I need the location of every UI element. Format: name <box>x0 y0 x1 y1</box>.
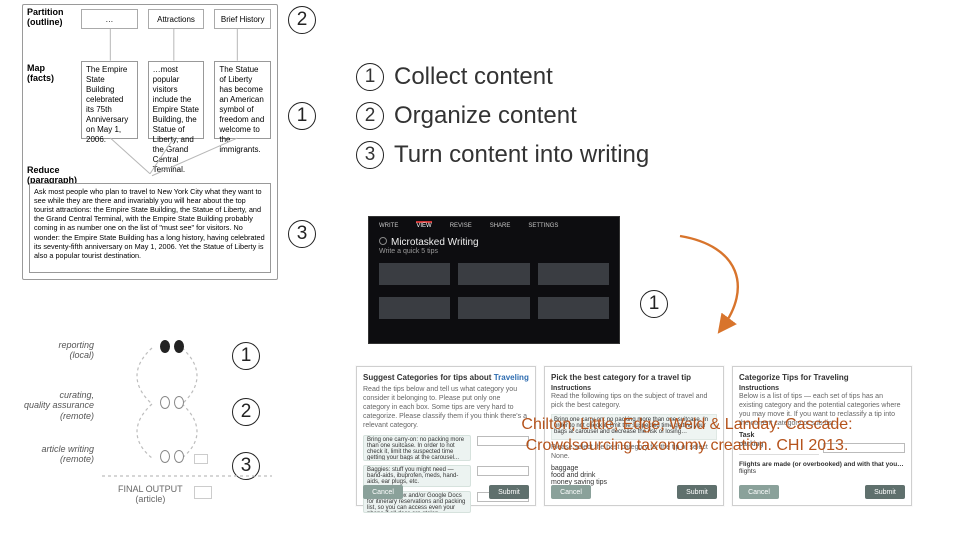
form-sub: Read the following tips on the subject o… <box>551 392 717 410</box>
citation: Chilton, Little, Edge, Weld & Landay. Ca… <box>472 415 902 457</box>
bullet-icon <box>379 237 387 245</box>
map-label: Map (facts) <box>27 63 54 83</box>
micro-sub: Write a quick 5 tips <box>369 248 619 259</box>
cancel-button[interactable]: Cancel <box>739 485 779 499</box>
micro-title: Microtasked Writing <box>369 233 619 248</box>
key-list: 1 Collect content 2 Organize content 3 Turn… <box>356 56 649 176</box>
key-num-2: 2 <box>356 102 384 130</box>
map-cell-2: The Statue of Liberty has become an Amer… <box>214 61 271 139</box>
page-icon <box>194 486 212 499</box>
tip-text: Bring one carry-on: no packing more than… <box>363 435 471 461</box>
micro-title-text: Microtasked Writing <box>391 237 479 248</box>
partition-label: Partition (outline) <box>27 7 64 27</box>
topic-link: Traveling <box>494 373 529 382</box>
key-text-1: Collect content <box>394 58 553 95</box>
pipe-final: FINAL OUTPUT (article) <box>118 484 183 504</box>
person-icon <box>160 396 170 409</box>
cat-input[interactable] <box>477 466 529 476</box>
person-icon <box>174 340 184 353</box>
submit-button[interactable]: Submit <box>489 485 529 499</box>
tab-revise: REVISE <box>450 221 472 229</box>
outline-col-0: … <box>81 9 138 29</box>
map-cell-1: …most popular visitors include the Empir… <box>148 61 205 139</box>
form-title: Suggest Categories for tips about Travel… <box>363 373 529 382</box>
diagram-map-reduce: Partition (outline) … Attractions Brief … <box>22 4 278 280</box>
tab-write: WRITE <box>379 221 398 229</box>
form-h2: Instructions <box>551 385 717 392</box>
key-text-2: Organize content <box>394 97 577 134</box>
circ-num-3c: 3 <box>288 220 316 248</box>
rule-sub: flights <box>739 468 905 475</box>
reduce-paragraph: Ask most people who plan to travel to Ne… <box>29 183 271 273</box>
reduce-label: Reduce (paragraph) <box>27 165 77 185</box>
tab-share: SHARE <box>490 221 511 229</box>
micro-cell <box>538 297 609 319</box>
cancel-button[interactable]: Cancel <box>551 485 591 499</box>
opt[interactable]: food and drink <box>551 472 717 479</box>
micro-cell <box>538 263 609 285</box>
person-icon <box>174 450 184 463</box>
outline-col-1: Attractions <box>148 9 205 29</box>
microtask-panel: WRITE VIEW REVISE SHARE SETTINGS Microta… <box>368 216 620 344</box>
cancel-button[interactable]: Cancel <box>363 485 403 499</box>
form-title: Pick the best category for a travel tip <box>551 373 717 382</box>
form-h2: Instructions <box>739 385 905 392</box>
circ-num-2a: 2 <box>288 6 316 34</box>
pipe-arrows <box>82 326 292 522</box>
map-cell-0: The Empire State Building celebrated its… <box>81 61 138 139</box>
micro-cell <box>379 263 450 285</box>
micro-tabs: WRITE VIEW REVISE SHARE SETTINGS <box>369 217 619 233</box>
pipeline-figure: reporting (local) curating, quality assu… <box>82 326 292 522</box>
micro-cell <box>379 297 450 319</box>
circ-num-1b: 1 <box>288 102 316 130</box>
micro-cell <box>458 297 529 319</box>
key-num-1: 1 <box>356 63 384 91</box>
person-icon <box>160 450 170 463</box>
opt[interactable]: baggage <box>551 465 717 472</box>
micro-cell <box>458 263 529 285</box>
form-title: Categorize Tips for Traveling <box>739 373 905 382</box>
tab-settings: SETTINGS <box>528 221 558 229</box>
rule-head: Flights are made (or overbooked) and wit… <box>739 461 905 468</box>
person-icon <box>160 340 170 353</box>
key-text-3: Turn content into writing <box>394 136 649 173</box>
page-icon <box>194 454 208 464</box>
tab-view: VIEW <box>416 221 431 229</box>
key-num-3: 3 <box>356 141 384 169</box>
curve-arrow-icon <box>660 228 760 338</box>
outline-col-2: Brief History <box>214 9 271 29</box>
person-icon <box>174 396 184 409</box>
submit-button[interactable]: Submit <box>865 485 905 499</box>
submit-button[interactable]: Submit <box>677 485 717 499</box>
